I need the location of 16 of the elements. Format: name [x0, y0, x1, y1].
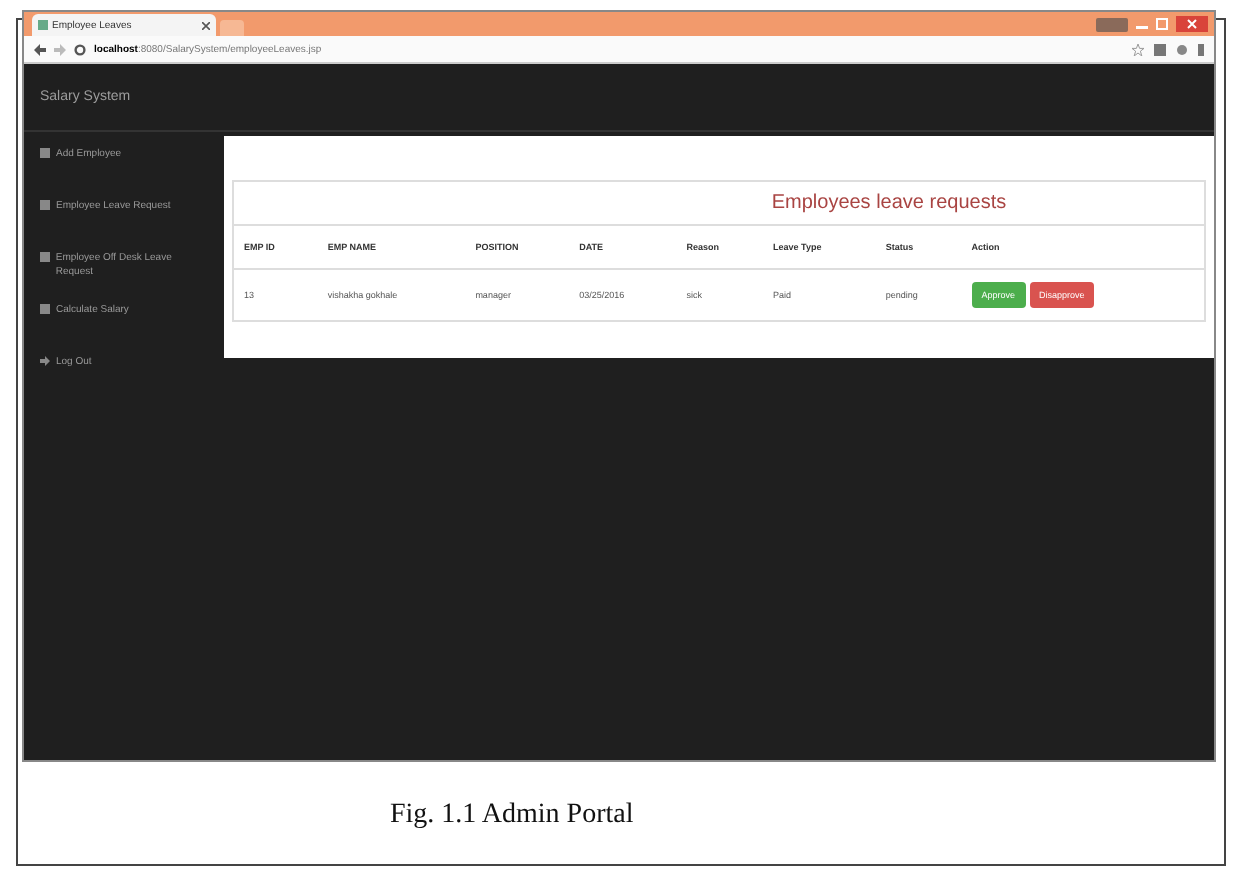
list-icon	[40, 252, 50, 262]
reload-icon[interactable]	[74, 43, 86, 55]
page-icon	[38, 20, 48, 30]
profile-icon[interactable]	[1096, 17, 1128, 31]
list-icon	[40, 148, 50, 158]
back-icon[interactable]	[34, 43, 46, 55]
figure-caption: Fig. 1.1 Admin Portal	[390, 800, 634, 832]
star-icon[interactable]	[1132, 43, 1144, 55]
maximize-icon[interactable]	[1156, 18, 1168, 30]
list-icon	[40, 304, 50, 314]
logout-icon	[40, 356, 50, 366]
close-icon[interactable]	[202, 21, 210, 29]
panel-title: Employees leave requests	[234, 182, 1204, 226]
list-icon	[40, 200, 50, 210]
forward-icon[interactable]	[54, 43, 66, 55]
close-icon[interactable]	[1176, 16, 1208, 32]
